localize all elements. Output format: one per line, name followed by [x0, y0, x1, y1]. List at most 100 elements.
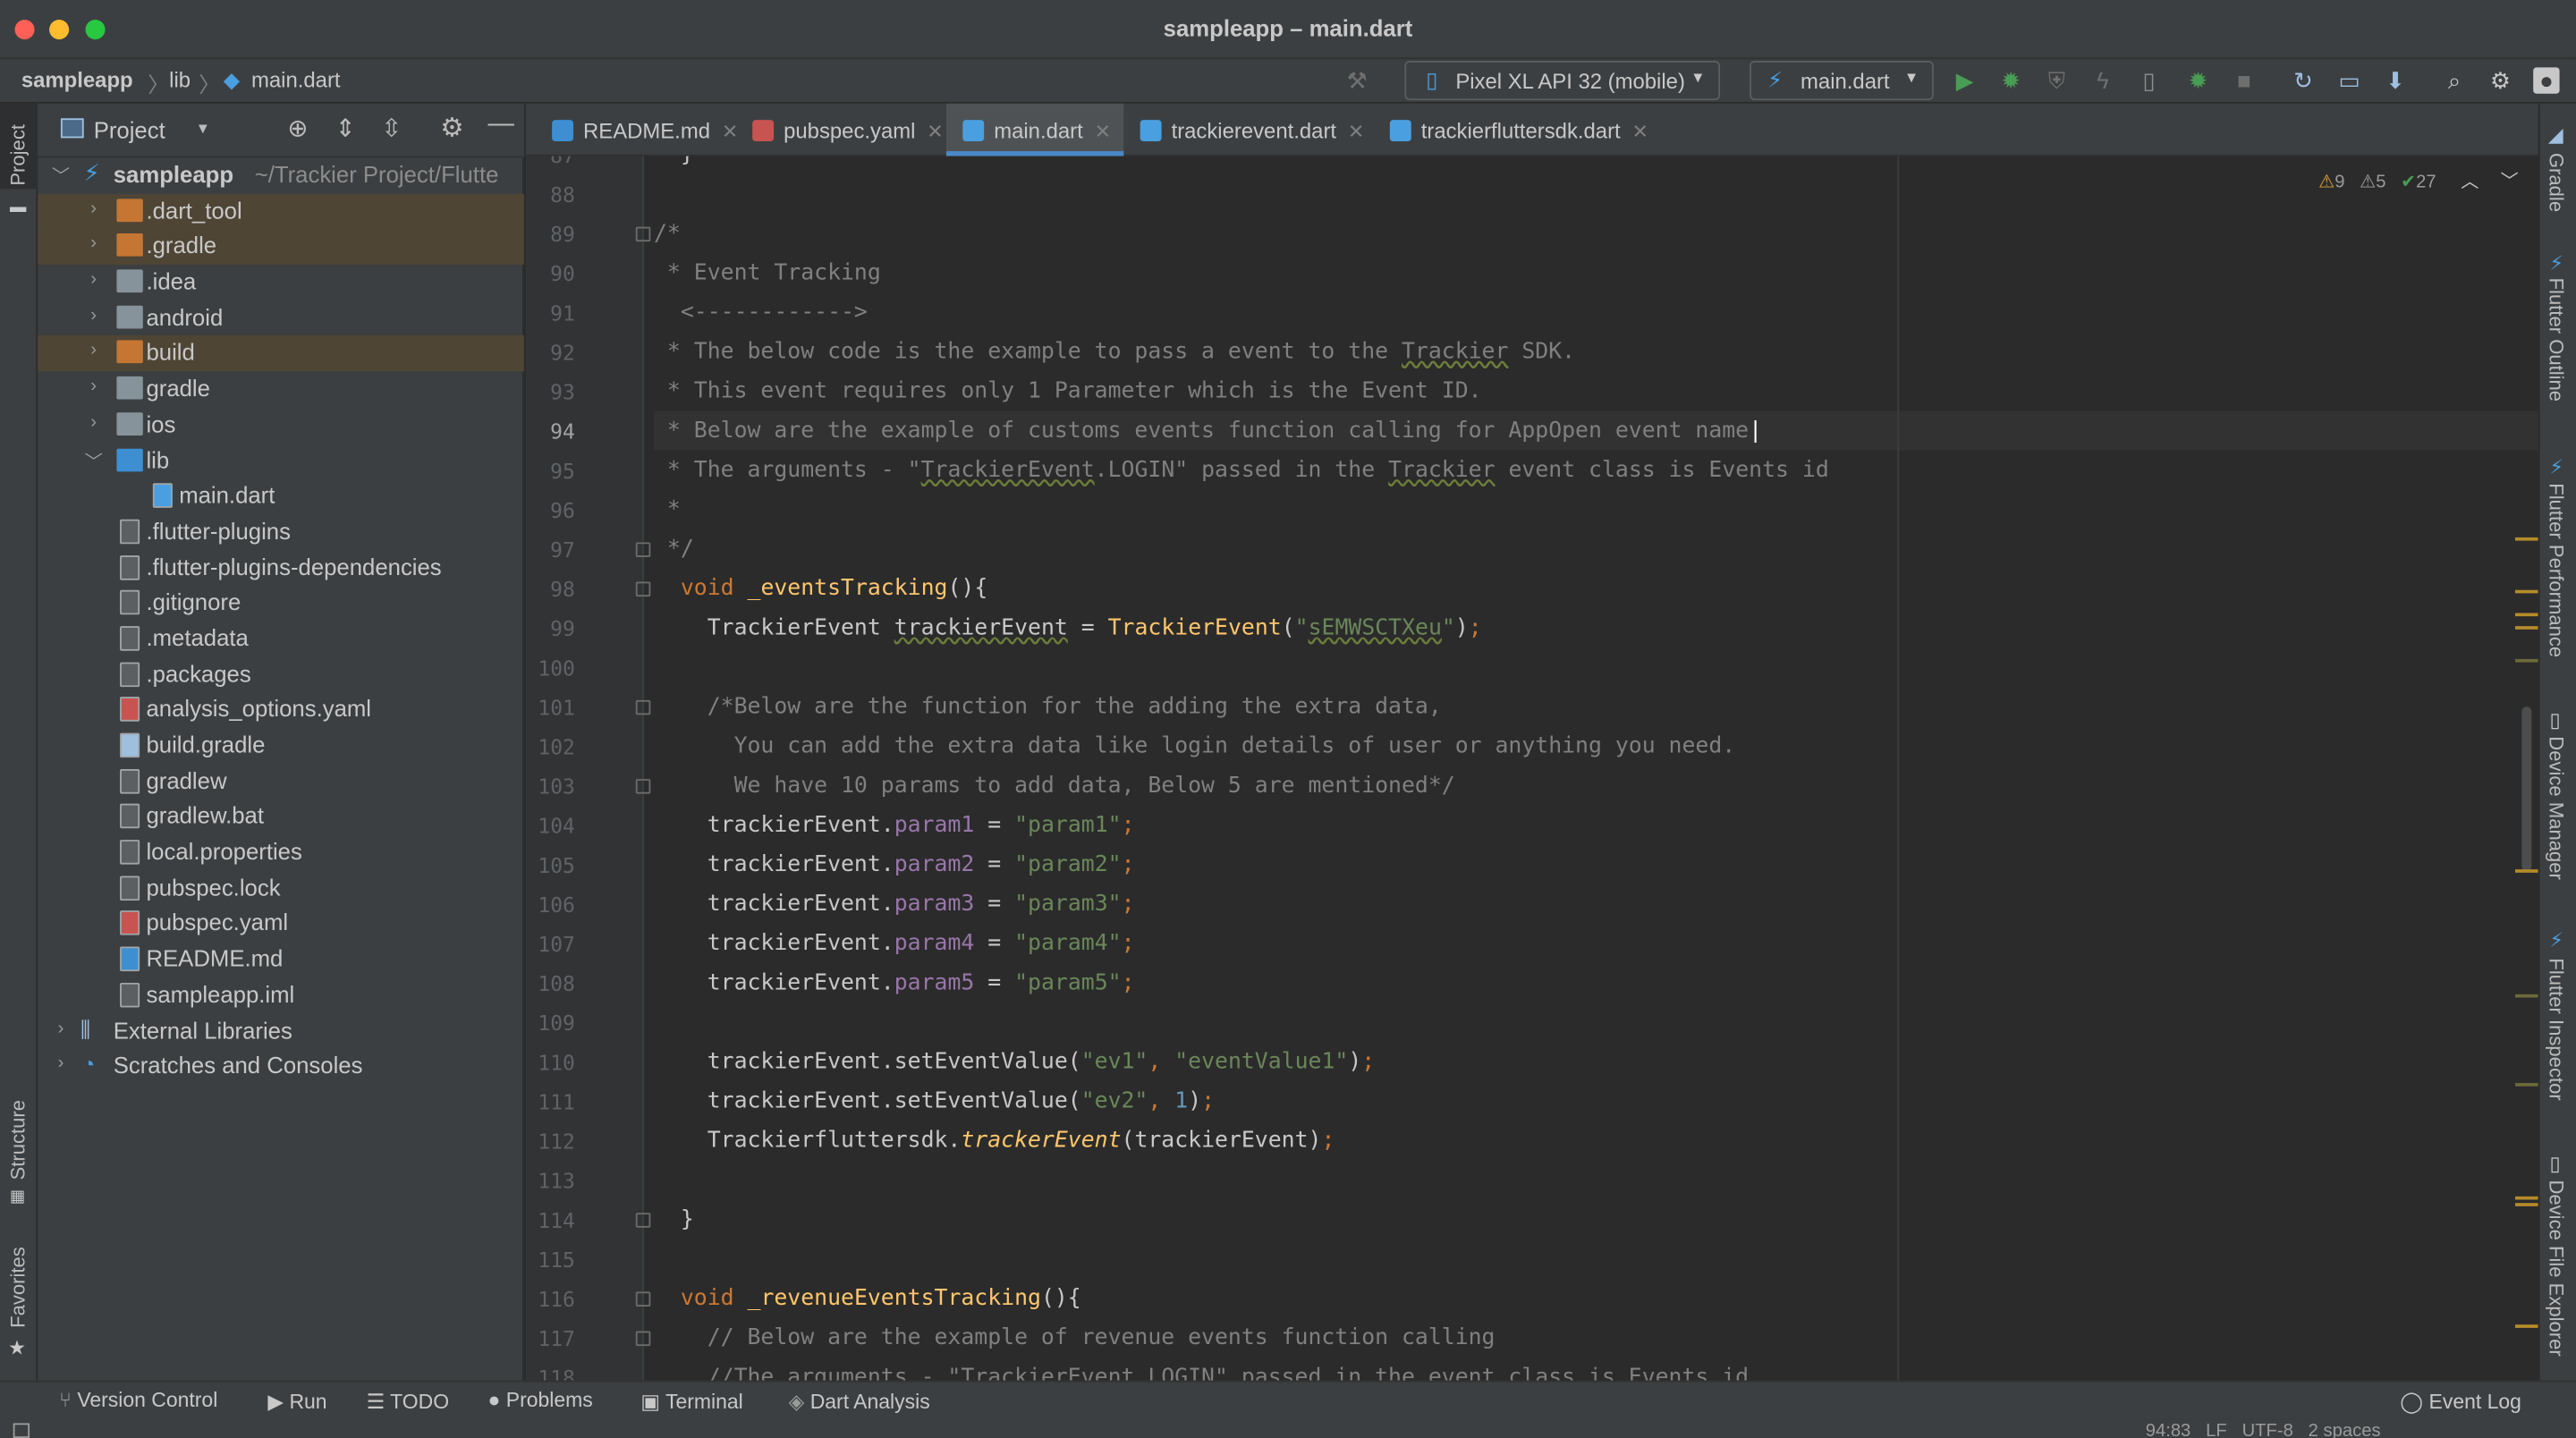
next-highlight-icon[interactable]: ﹀: [2500, 173, 2518, 192]
tree-item[interactable]: › .gradle: [38, 229, 524, 265]
sdk-manager-icon[interactable]: ⬇: [2382, 67, 2408, 93]
file-encoding[interactable]: UTF-8: [2242, 1422, 2293, 1438]
hot-restart-icon[interactable]: ▯: [2136, 67, 2162, 93]
chevron-right-icon[interactable]: ›: [84, 234, 104, 254]
debug-icon[interactable]: ✹: [1997, 67, 2023, 93]
chevron-right-icon[interactable]: ›: [51, 1053, 71, 1073]
chevron-right-icon[interactable]: ›: [51, 1018, 71, 1037]
tree-item[interactable]: .gitignore: [38, 586, 524, 622]
device-manager-tool-label[interactable]: Device Manager: [2545, 736, 2568, 880]
expand-all-icon[interactable]: ⇕: [335, 114, 356, 143]
chevron-right-icon[interactable]: ›: [84, 199, 104, 218]
chevron-right-icon[interactable]: ›: [84, 341, 104, 360]
breadcrumb-project[interactable]: sampleapp: [21, 67, 133, 92]
tree-item[interactable]: .metadata: [38, 622, 524, 657]
close-icon[interactable]: ✕: [1348, 120, 1364, 143]
fold-marker[interactable]: [635, 1213, 651, 1228]
tree-item[interactable]: gradlew.bat: [38, 799, 524, 835]
project-view-label[interactable]: Project: [94, 116, 165, 142]
favorites-tool-label[interactable]: Favorites: [6, 1247, 30, 1328]
close-icon[interactable]: ✕: [1632, 120, 1648, 143]
chevron-right-icon[interactable]: ›: [84, 269, 104, 289]
breadcrumb-file[interactable]: main.dart: [251, 67, 341, 92]
version-control-tool[interactable]: ⑂ Version Control: [59, 1389, 217, 1412]
tree-item[interactable]: › build: [38, 335, 524, 372]
tree-item[interactable]: › gradle: [38, 372, 524, 408]
warning-marker[interactable]: [2514, 1083, 2538, 1087]
tree-item[interactable]: pubspec.yaml: [38, 906, 524, 942]
code-area[interactable]: } /* * Event Tracking <------------> * T…: [654, 156, 2538, 1381]
inspection-widget[interactable]: ⚠9 ⚠5 ✔27 ︿ ﹀: [2318, 167, 2519, 193]
todo-tool[interactable]: ☰ TODO: [367, 1389, 449, 1414]
tree-item[interactable]: .flutter-plugins: [38, 514, 524, 550]
indent-setting[interactable]: 2 spaces: [2309, 1422, 2381, 1438]
dart-analysis-tool[interactable]: ◈ Dart Analysis: [789, 1389, 930, 1414]
vertical-scrollbar[interactable]: [2521, 706, 2532, 871]
fold-marker[interactable]: [635, 699, 651, 715]
flutter-inspector-tool-label[interactable]: Flutter Inspector: [2545, 958, 2568, 1100]
previous-highlight-icon[interactable]: ︿: [2461, 173, 2479, 192]
warning-marker[interactable]: [2514, 1203, 2538, 1206]
hammer-icon[interactable]: ⚒: [1343, 67, 1369, 93]
fold-marker[interactable]: [635, 581, 651, 597]
tree-item[interactable]: README.md: [38, 942, 524, 977]
warning-marker[interactable]: [2514, 537, 2538, 541]
chevron-right-icon[interactable]: ›: [84, 412, 104, 432]
tree-item[interactable]: build.gradle: [38, 728, 524, 764]
tree-item[interactable]: main.dart: [38, 478, 524, 514]
fold-marker[interactable]: [635, 1331, 651, 1347]
tab-trackierfluttersdk[interactable]: trackierfluttersdk.dart ✕: [1373, 104, 1662, 156]
device-selector[interactable]: ▯ Pixel XL API 32 (mobile) ▼: [1404, 60, 1721, 101]
tab-trackierevent[interactable]: trackierevent.dart ✕: [1123, 104, 1370, 156]
fold-marker[interactable]: [635, 1291, 651, 1307]
warning-marker[interactable]: [2514, 626, 2538, 630]
warning-marker[interactable]: [2514, 869, 2538, 873]
run-config-selector[interactable]: ⚡ main.dart ▼: [1750, 60, 1934, 101]
tree-item[interactable]: › .idea: [38, 265, 524, 300]
device-file-explorer-tool-label[interactable]: Device File Explorer: [2545, 1180, 2568, 1356]
close-icon[interactable]: ✕: [927, 120, 943, 143]
chevron-down-icon[interactable]: ﹀: [84, 448, 104, 474]
gradle-sync-icon[interactable]: ↻: [2290, 67, 2316, 93]
search-icon[interactable]: ⌕: [2441, 67, 2467, 93]
tree-item[interactable]: analysis_options.yaml: [38, 692, 524, 728]
terminal-tool[interactable]: ▣ Terminal: [640, 1389, 742, 1414]
warning-marker[interactable]: [2514, 658, 2538, 663]
tab-pubspec[interactable]: pubspec.yaml ✕: [736, 104, 944, 156]
chevron-right-icon[interactable]: ›: [84, 376, 104, 396]
attach-debugger-icon[interactable]: ✹: [2185, 67, 2211, 93]
warning-marker[interactable]: [2514, 1196, 2538, 1200]
close-icon[interactable]: ✕: [1095, 120, 1111, 143]
run-tool[interactable]: ▶ Run: [267, 1389, 326, 1414]
device-manager-icon[interactable]: ▭: [2336, 67, 2362, 93]
tree-item[interactable]: › .dart_tool: [38, 193, 524, 230]
stop-icon[interactable]: ■: [2231, 67, 2257, 93]
chevron-down-icon[interactable]: ﹀: [51, 163, 71, 189]
caret-position[interactable]: 94:83: [2146, 1422, 2191, 1438]
fold-marker[interactable]: [635, 226, 651, 242]
tree-item[interactable]: gradlew: [38, 764, 524, 799]
tree-item[interactable]: sampleapp.iml: [38, 977, 524, 1013]
gradle-tool-label[interactable]: Gradle: [2545, 153, 2568, 212]
tree-item[interactable]: .flutter-plugins-dependencies: [38, 550, 524, 586]
structure-tool-label[interactable]: Structure: [6, 1100, 30, 1180]
warning-marker[interactable]: [2514, 994, 2538, 998]
status-info[interactable]: 94:83 LF UTF-8 2 spaces: [2146, 1422, 2381, 1438]
tree-scratches[interactable]: › ◔ Scratches and Consoles: [38, 1049, 524, 1085]
locate-icon[interactable]: ⊕: [287, 114, 308, 143]
project-tool-label[interactable]: Project: [6, 124, 30, 186]
tree-item[interactable]: local.properties: [38, 835, 524, 871]
line-separator[interactable]: LF: [2206, 1422, 2227, 1438]
gear-icon[interactable]: ⚙: [440, 112, 463, 145]
tree-item[interactable]: › ios: [38, 407, 524, 443]
fold-marker[interactable]: [635, 542, 651, 557]
gear-icon[interactable]: ⚙: [2487, 67, 2513, 93]
tree-item[interactable]: ﹀ lib: [38, 443, 524, 478]
tree-root[interactable]: ﹀ ⚡ sampleapp ~/Trackier Project/Flutte: [38, 157, 524, 193]
coverage-icon[interactable]: ⛨: [2044, 67, 2070, 93]
layout-icon[interactable]: [13, 1423, 30, 1438]
problems-tool[interactable]: ● Problems: [487, 1389, 592, 1412]
fold-marker[interactable]: [635, 779, 651, 794]
code-editor[interactable]: 8788899091929394959697989910010110210310…: [525, 156, 2538, 1381]
warning-marker[interactable]: [2514, 589, 2538, 594]
